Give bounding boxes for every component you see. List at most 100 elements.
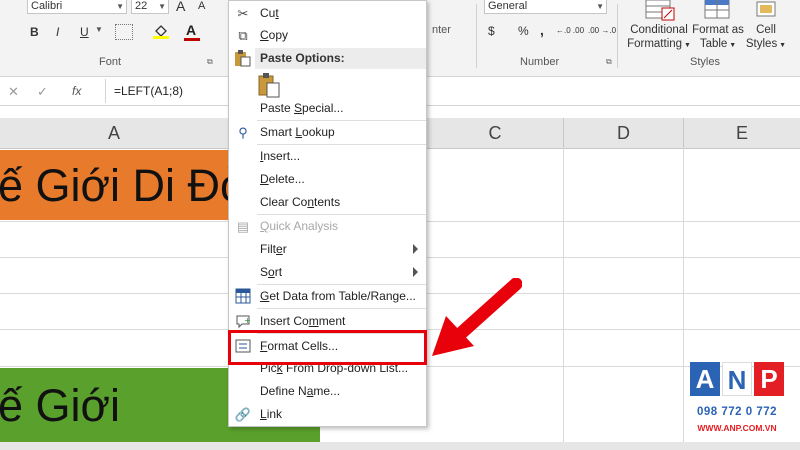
logo-letter: N (722, 362, 752, 396)
menu-separator (257, 284, 426, 285)
fill-color-button[interactable] (153, 23, 169, 39)
conditional-formatting-label-1: Conditional (630, 24, 688, 36)
conditional-formatting-label-2: Formatting (627, 38, 683, 50)
anp-logo: A N P (690, 362, 784, 398)
scissors-icon: ✂ (237, 6, 249, 21)
column-header-a[interactable]: A (0, 118, 229, 148)
styles-group-label: Styles (690, 56, 720, 68)
font-name-value: Calibri (31, 0, 63, 12)
comma-button[interactable]: , (540, 22, 544, 38)
cell-a-lower-text: ế Giới (0, 380, 121, 431)
cell-styles-button[interactable]: Cell Styles ▼ (744, 23, 788, 53)
grid-line (563, 148, 564, 450)
logo-letter: A (690, 362, 720, 396)
menu-separator (257, 144, 426, 145)
enter-button[interactable]: ✓ (37, 84, 48, 100)
menu-item-define-name[interactable]: Define Name... (229, 381, 426, 403)
cell-a1[interactable]: ế Giới Di Đỏ (0, 150, 229, 220)
table-icon (234, 288, 252, 306)
menu-item-paste-special[interactable]: Paste Special... (229, 98, 426, 120)
format-as-table-button[interactable]: Format as Table ▼ (692, 23, 744, 53)
link-icon: 🔗 (234, 407, 252, 422)
logo-letter: P (754, 362, 784, 396)
number-format-value: General (488, 0, 528, 12)
cell-styles-label-1: Cell (756, 24, 776, 36)
cell-styles-icon (756, 0, 776, 20)
column-header-c[interactable]: C (427, 118, 564, 148)
percent-button[interactable]: % (518, 24, 529, 38)
dialog-launcher-icon[interactable]: ⧉ (207, 57, 213, 67)
font-name-combo[interactable]: Calibri ▼ (27, 0, 127, 14)
cell-styles-label-2: Styles (745, 38, 778, 50)
chevron-down-icon: ▼ (596, 2, 604, 11)
borders-button[interactable] (115, 24, 133, 40)
submenu-arrow-icon (413, 244, 418, 254)
grow-font-button[interactable]: A (176, 0, 185, 14)
paste-options-header: Paste Options: (255, 48, 426, 69)
quick-analysis-icon: ▤ (236, 219, 250, 234)
menu-item-smart-lookup[interactable]: ⚲ Smart Lookup (229, 122, 426, 144)
copy-icon: ⧉ (238, 28, 248, 43)
shrink-font-button[interactable]: A (198, 0, 205, 12)
insert-function-button[interactable]: fx (72, 84, 81, 98)
paste-button[interactable] (257, 73, 281, 99)
font-size-combo[interactable]: 22 ▼ (131, 0, 169, 14)
font-size-value: 22 (135, 0, 148, 12)
dialog-launcher-icon[interactable]: ⧉ (606, 57, 612, 67)
submenu-arrow-icon (413, 267, 418, 277)
cell-a1-text: ế Giới Di Đỏ (0, 160, 229, 211)
group-separator (476, 4, 477, 68)
format-as-table-icon (704, 0, 730, 20)
conditional-formatting-button[interactable]: Conditional Formatting ▼ (626, 23, 692, 53)
menu-item-insert[interactable]: Insert... (229, 146, 426, 168)
menu-item-quick-analysis[interactable]: ▤ Quick Analysis (229, 216, 426, 238)
chevron-down-icon: ▼ (116, 2, 124, 11)
menu-item-get-data[interactable]: Get Data from Table/Range... (229, 286, 426, 308)
group-separator (617, 4, 618, 68)
number-group-label: Number (520, 56, 560, 68)
menu-item-sort[interactable]: Sort (229, 262, 426, 284)
number-format-combo[interactable]: General ▼ (484, 0, 607, 14)
sheet-tab-bar (0, 442, 800, 450)
formula-input[interactable]: =LEFT(A1;8) (105, 79, 800, 103)
grid-line (683, 148, 684, 450)
menu-item-delete[interactable]: Delete... (229, 169, 426, 191)
menu-item-cut[interactable]: ✂ Cut (229, 3, 426, 25)
currency-button[interactable]: $ (488, 24, 495, 38)
comment-icon: + (234, 313, 252, 331)
font-color-letter: A (186, 22, 197, 38)
column-header-e[interactable]: E (684, 118, 800, 148)
paint-bucket-icon (153, 25, 169, 39)
chevron-down-icon: ▼ (158, 2, 166, 11)
svg-text:+: + (244, 316, 251, 325)
column-header-d[interactable]: D (564, 118, 684, 148)
menu-separator (257, 120, 426, 121)
underline-button[interactable]: U (80, 25, 89, 39)
italic-button[interactable]: I (56, 25, 59, 39)
increase-decimal-button[interactable]: ←.0 .00 (556, 26, 584, 35)
cancel-button[interactable]: ✕ (8, 84, 19, 100)
font-color-swatch (184, 38, 200, 41)
bold-button[interactable]: B (30, 25, 39, 39)
menu-item-link[interactable]: 🔗 Link (229, 404, 426, 426)
format-cells-highlight-box (228, 330, 427, 365)
decrease-decimal-button[interactable]: .00 →.0 (588, 26, 616, 35)
align-center-fragment: nter (432, 24, 451, 36)
font-group-label: Font (99, 56, 122, 68)
paste-options-label: Paste Options: (260, 51, 345, 65)
watermark-website: WWW.ANP.COM.VN (697, 423, 777, 433)
search-icon: ⚲ (238, 125, 248, 140)
menu-separator (257, 214, 426, 215)
format-as-table-label-1: Format as (692, 24, 744, 36)
watermark-phone: 098 772 0 772 (696, 406, 778, 418)
font-color-button[interactable]: A (186, 22, 196, 38)
menu-item-filter[interactable]: Filter (229, 239, 426, 261)
format-as-table-label-2: Table (699, 38, 728, 50)
clipboard-icon (258, 73, 280, 98)
chevron-down-icon: ▼ (95, 25, 103, 34)
formula-text: =LEFT(A1;8) (114, 84, 184, 98)
menu-separator (257, 308, 426, 309)
menu-item-copy[interactable]: ⧉ Copy (229, 25, 426, 47)
menu-item-clear-contents[interactable]: Clear Contents (229, 192, 426, 214)
conditional-formatting-icon (642, 0, 676, 22)
